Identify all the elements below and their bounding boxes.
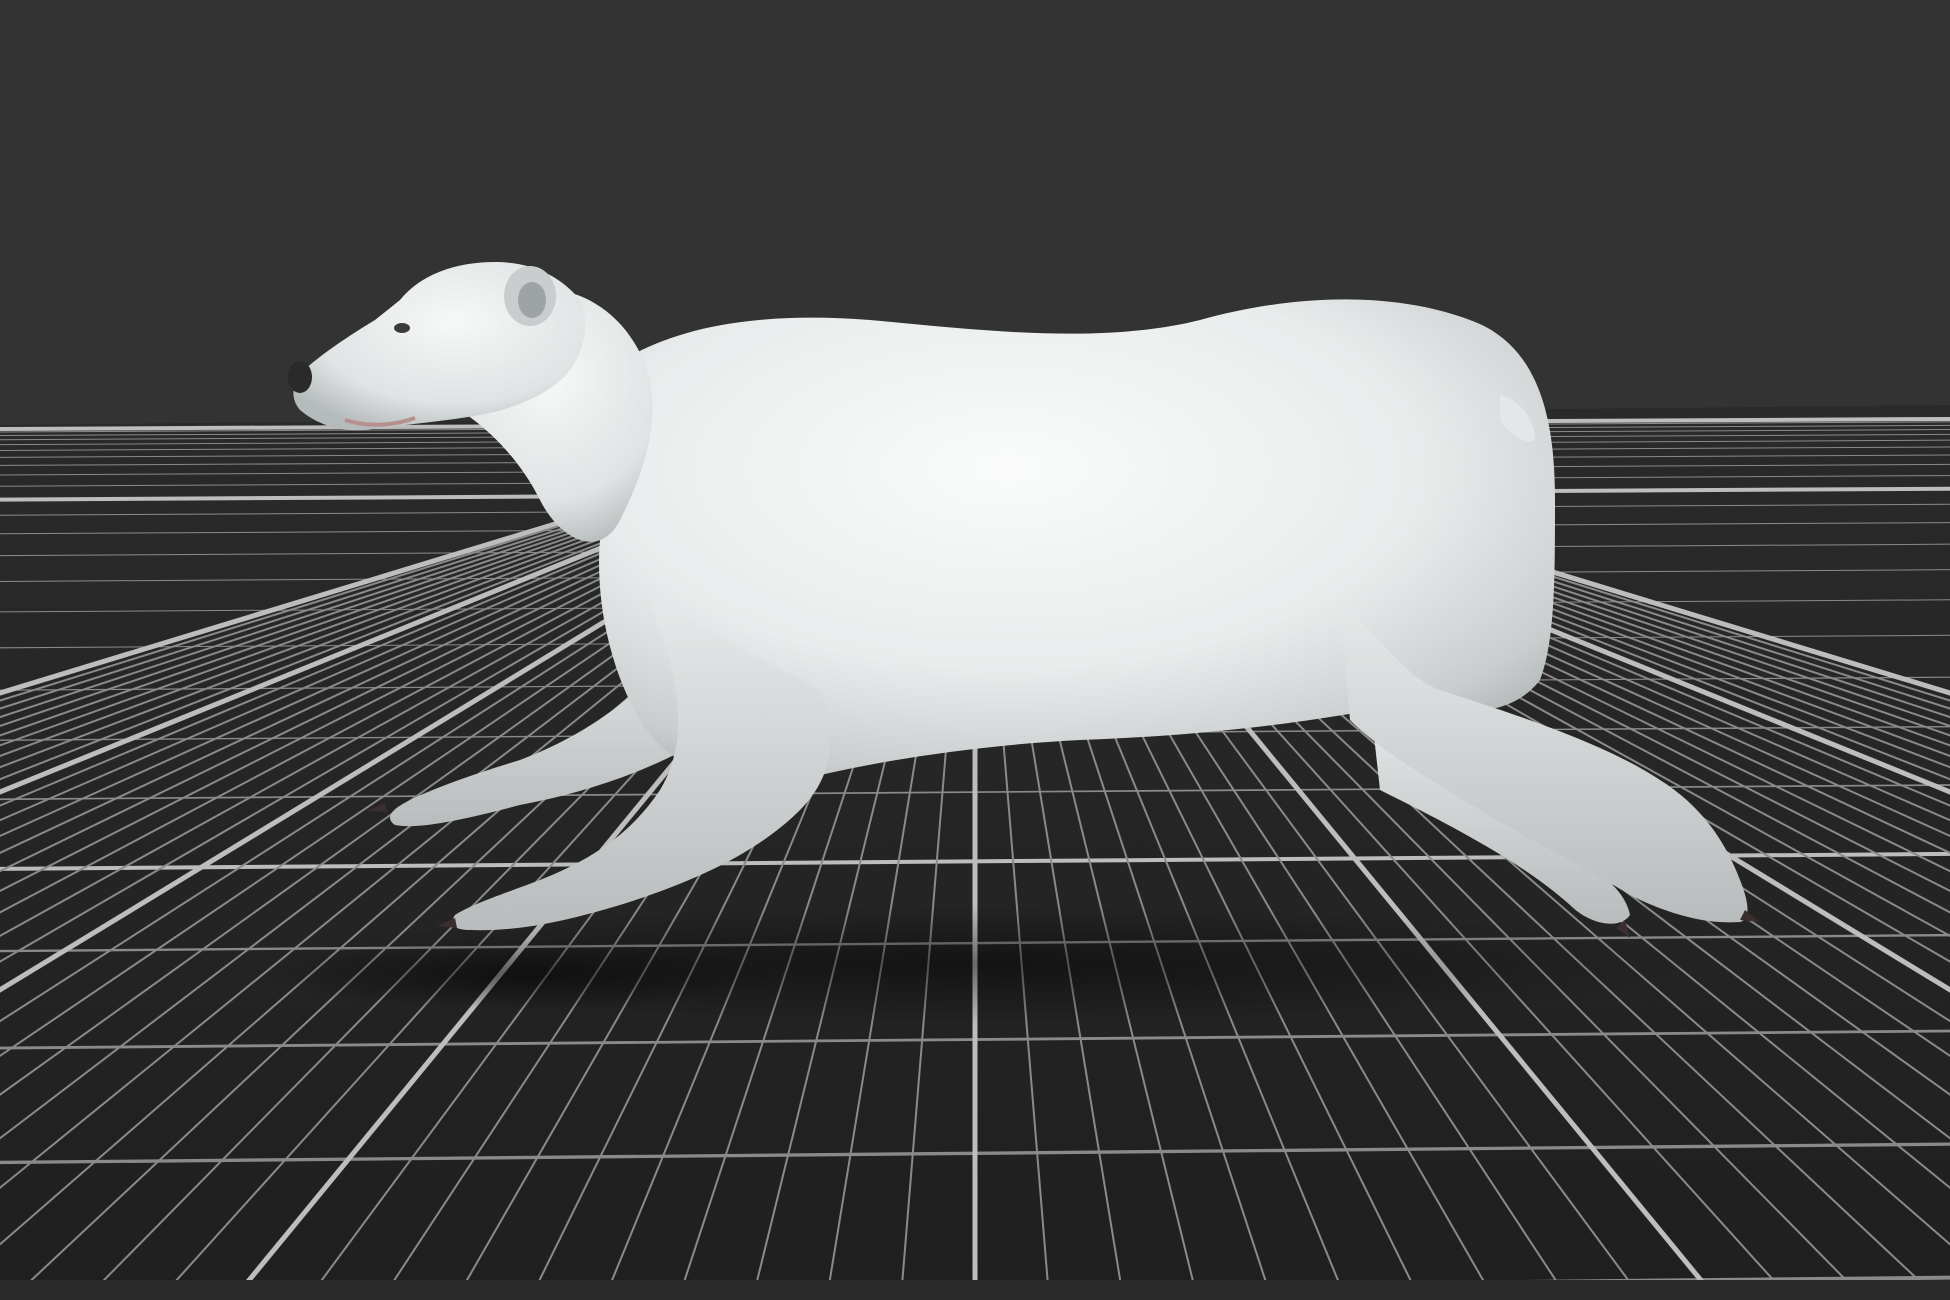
viewport-canvas[interactable]: [0, 0, 1950, 1300]
bear-eye: [394, 323, 410, 333]
3d-viewport[interactable]: [0, 0, 1950, 1300]
bear-ear-inner: [518, 282, 546, 318]
bear-nose: [288, 361, 312, 393]
viewport-bottom-strip: [0, 1280, 1950, 1300]
model-shadow-front: [260, 940, 780, 1010]
